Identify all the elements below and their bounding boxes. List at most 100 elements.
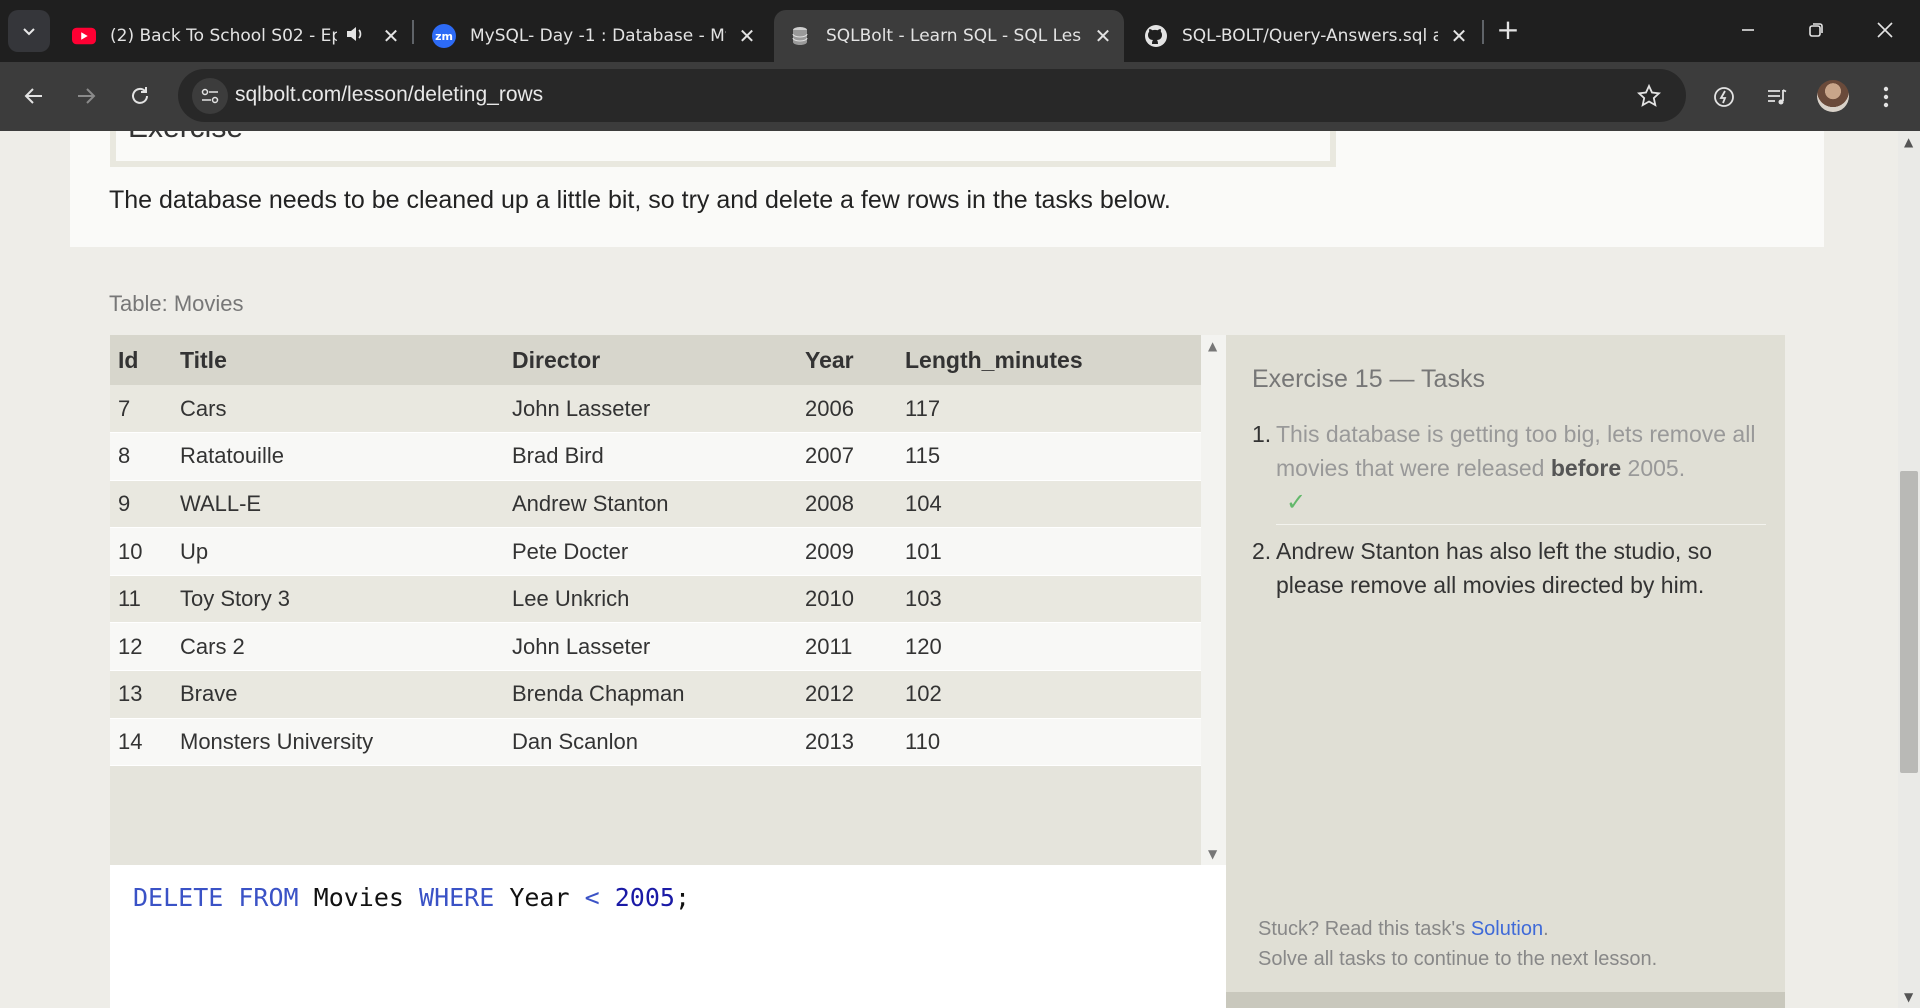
- exercise-card-header: Exercise The database needs to be cleane…: [70, 131, 1824, 247]
- profile-avatar[interactable]: [1817, 80, 1849, 112]
- exercise-intro: The database needs to be cleaned up a li…: [109, 186, 1171, 214]
- forward-button[interactable]: [66, 76, 106, 116]
- table-row: 13 Brave Brenda Chapman 2012 102: [110, 670, 1201, 719]
- url-text[interactable]: sqlbolt.com/lesson/deleting_rows: [235, 83, 543, 107]
- column-header: Title: [172, 335, 504, 385]
- code-token: FROM: [238, 883, 299, 912]
- table-cell: 2008: [797, 480, 897, 529]
- table-cell: Cars: [172, 385, 504, 434]
- tasks-title: Exercise 15 — Tasks: [1252, 365, 1485, 393]
- tab-mysql[interactable]: zm MySQL- Day -1 : Database - My ✕: [418, 10, 768, 62]
- table-cell: 103: [897, 575, 1201, 624]
- tab-title: SQL-BOLT/Query-Answers.sql a: [1182, 26, 1438, 46]
- new-tab-button[interactable]: +: [1494, 10, 1522, 50]
- speaker-icon[interactable]: [345, 25, 370, 48]
- table-cell: Lee Unkrich: [504, 575, 797, 624]
- address-bar[interactable]: sqlbolt.com/lesson/deleting_rows: [178, 69, 1686, 122]
- scroll-up-arrow-icon[interactable]: ▲: [1208, 339, 1217, 353]
- chevron-down-icon: [23, 28, 35, 36]
- tab-divider: [1482, 20, 1484, 44]
- tasks-footer-bar: [1226, 992, 1785, 1008]
- tasks-panel: Exercise 15 — Tasks 1. This database is …: [1226, 335, 1785, 1008]
- table-cell: John Lasseter: [504, 622, 797, 672]
- close-tab-icon[interactable]: ✕: [380, 24, 402, 48]
- movies-table-container[interactable]: Id Title Director Year Length_minutes 7C…: [110, 335, 1201, 865]
- table-cell: Brad Bird: [504, 432, 797, 481]
- column-header: Length_minutes: [897, 335, 1201, 385]
- close-icon: [1877, 22, 1893, 38]
- tab-youtube[interactable]: (2) Back To School S02 - Ep ✕: [60, 10, 412, 62]
- stuck-text: .: [1543, 918, 1549, 940]
- table-cell: 2009: [797, 527, 897, 576]
- close-window-button[interactable]: [1861, 8, 1909, 52]
- browser-toolbar: sqlbolt.com/lesson/deleting_rows: [0, 62, 1920, 131]
- table-caption: Table: Movies: [109, 291, 244, 316]
- table-cell: 11: [110, 575, 172, 624]
- column-header: Id: [110, 335, 172, 385]
- table-cell: Cars 2: [172, 622, 504, 672]
- table-cell: 7: [110, 385, 172, 434]
- table-row: 10 Up Pete Docter 2009 101: [110, 527, 1201, 576]
- solution-link[interactable]: Solution: [1471, 918, 1543, 940]
- table-cell: 2013: [797, 718, 897, 767]
- task-text-bold: before: [1550, 455, 1622, 481]
- page-scrollbar[interactable]: ▲ ▼: [1898, 131, 1920, 1008]
- table-cell: 101: [897, 527, 1201, 576]
- exercise-heading: Exercise: [128, 131, 243, 145]
- code-token: 2005: [614, 883, 675, 912]
- tab-divider: [412, 20, 414, 44]
- table-cell: Up: [172, 527, 504, 576]
- table-cell: Brenda Chapman: [504, 670, 797, 719]
- minimize-button[interactable]: [1724, 8, 1772, 52]
- code-token: Year: [494, 883, 585, 912]
- table-header-row: Id Title Director Year Length_minutes: [110, 335, 1201, 385]
- table-cell: John Lasseter: [504, 385, 797, 434]
- sql-editor[interactable]: DELETE FROM Movies WHERE Year < 2005;: [110, 865, 1226, 1008]
- table-cell: Dan Scanlon: [504, 718, 797, 767]
- task-text: This database is getting too big, lets r…: [1276, 417, 1766, 520]
- bookmark-star-icon[interactable]: [1634, 81, 1664, 111]
- back-button[interactable]: [14, 76, 54, 116]
- media-controls-icon[interactable]: [1760, 80, 1794, 114]
- table-cell: Pete Docter: [504, 527, 797, 576]
- table-cell: 2011: [797, 622, 897, 672]
- table-cell: 13: [110, 670, 172, 719]
- restore-button[interactable]: [1792, 8, 1840, 52]
- database-icon: [788, 24, 812, 48]
- sql-query-input[interactable]: DELETE FROM Movies WHERE Year < 2005;: [133, 883, 690, 912]
- tab-search-button[interactable]: [8, 10, 50, 52]
- scroll-down-arrow-icon[interactable]: ▼: [1904, 990, 1913, 1004]
- table-scrollbar[interactable]: ▲ ▼: [1201, 335, 1227, 865]
- table-cell: 104: [897, 480, 1201, 529]
- table-cell: 2010: [797, 575, 897, 624]
- table-cell: Ratatouille: [172, 432, 504, 481]
- close-tab-icon[interactable]: ✕: [736, 24, 758, 48]
- reload-button[interactable]: [120, 76, 160, 116]
- stuck-text: Stuck? Read this task's: [1258, 918, 1471, 940]
- scroll-down-arrow-icon[interactable]: ▼: [1208, 847, 1217, 861]
- close-tab-icon[interactable]: ✕: [1092, 24, 1114, 48]
- scrollbar-thumb[interactable]: [1900, 471, 1918, 773]
- table-row: 11 Toy Story 3 Lee Unkrich 2010 103: [110, 575, 1201, 624]
- tab-sqlbolt[interactable]: SQLBolt - Learn SQL - SQL Less ✕: [774, 10, 1124, 62]
- performance-icon[interactable]: [1707, 80, 1741, 114]
- table-cell: 110: [897, 718, 1201, 767]
- restore-icon: [1809, 23, 1823, 37]
- site-info-icon[interactable]: [192, 78, 228, 114]
- code-token: Movies: [298, 883, 420, 912]
- close-tab-icon[interactable]: ✕: [1448, 24, 1470, 48]
- table-cell: 8: [110, 432, 172, 481]
- table-cell: 2007: [797, 432, 897, 481]
- menu-kebab-icon[interactable]: [1869, 80, 1903, 114]
- task-text-part: 2005.: [1621, 455, 1686, 481]
- table-cell: 115: [897, 432, 1201, 481]
- table-cell: Toy Story 3: [172, 575, 504, 624]
- tab-github[interactable]: SQL-BOLT/Query-Answers.sql a ✕: [1130, 10, 1480, 62]
- scroll-up-arrow-icon[interactable]: ▲: [1904, 135, 1913, 149]
- task-number: 1.: [1252, 421, 1272, 447]
- task-text: Andrew Stanton has also left the studio,…: [1276, 538, 1712, 598]
- exercise-heading-box: Exercise: [110, 131, 1336, 167]
- table-row: 12 Cars 2 John Lasseter 2011 120: [110, 622, 1201, 672]
- tab-title: SQLBolt - Learn SQL - SQL Less: [826, 26, 1082, 46]
